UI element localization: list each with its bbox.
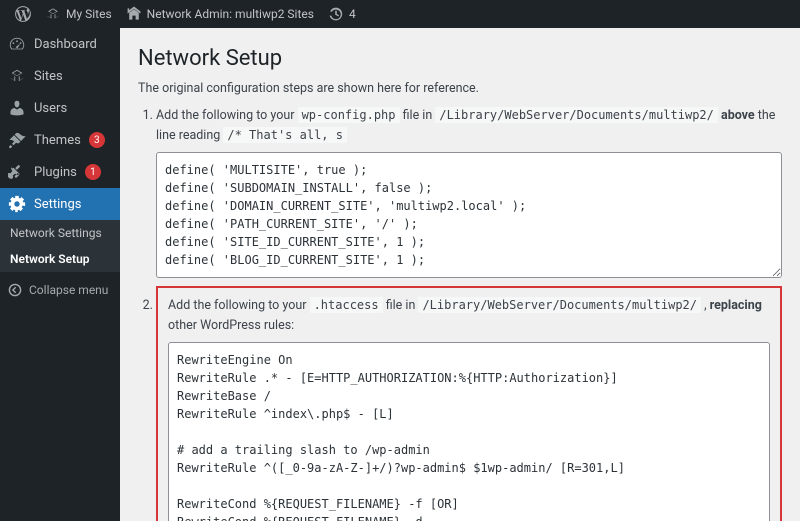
my-sites-label: My Sites: [66, 7, 112, 21]
menu-themes[interactable]: Themes 3: [0, 124, 120, 156]
themes-update-badge: 3: [89, 132, 105, 148]
menu-sites[interactable]: Sites: [0, 60, 120, 92]
step-1: Add the following to your wp-config.php …: [156, 106, 782, 278]
menu-plugins[interactable]: Plugins 1: [0, 156, 120, 188]
htaccess-file: .htaccess: [310, 297, 383, 313]
collapse-icon: [8, 283, 22, 297]
collapse-menu[interactable]: Collapse menu: [0, 276, 120, 304]
wp-config-line: /* That's all, s: [223, 127, 347, 143]
submenu-network-setup[interactable]: Network Setup: [0, 246, 120, 272]
menu-plugins-label: Plugins: [34, 165, 77, 180]
submenu-network-settings[interactable]: Network Settings: [0, 220, 120, 246]
admin-settings-icon: [8, 195, 26, 213]
wordpress-logo-icon: [15, 6, 31, 22]
admin-users-icon: [8, 99, 26, 117]
menu-dashboard-label: Dashboard: [34, 37, 97, 52]
step-2: Add the following to your .htaccess file…: [156, 286, 782, 521]
update-icon: [328, 6, 344, 22]
network-admin-label: Network Admin: multiwp2 Sites: [147, 7, 314, 21]
menu-dashboard[interactable]: Dashboard: [0, 28, 120, 60]
admin-toolbar: My Sites Network Admin: multiwp2 Sites 4: [0, 0, 800, 28]
admin-plugins-icon: [8, 163, 26, 181]
plugins-update-badge: 1: [85, 164, 101, 180]
admin-appearance-icon: [8, 131, 26, 149]
dashboard-icon: [8, 35, 26, 53]
updates-menu[interactable]: 4: [321, 0, 363, 28]
page-title: Network Setup: [138, 46, 782, 71]
admin-home-icon: [126, 6, 142, 22]
menu-themes-label: Themes: [34, 133, 81, 148]
htaccess-path: /Library/WebServer/Documents/multiwp2/: [418, 297, 701, 313]
admin-multisite-icon: [8, 67, 26, 85]
admin-multisite-icon: [45, 6, 61, 22]
wp-config-code[interactable]: [156, 152, 782, 278]
updates-count: 4: [349, 7, 356, 21]
htaccess-code[interactable]: [168, 342, 770, 521]
wp-config-path: /Library/WebServer/Documents/multiwp2/: [435, 107, 718, 123]
settings-submenu: Network Settings Network Setup: [0, 220, 120, 272]
menu-settings-label: Settings: [34, 197, 81, 212]
network-admin-crumb[interactable]: Network Admin: multiwp2 Sites: [119, 0, 321, 28]
main-content: Network Setup The original configuration…: [120, 28, 800, 521]
menu-settings[interactable]: Settings: [0, 188, 120, 220]
page-intro: The original configuration steps are sho…: [138, 81, 782, 96]
my-sites-menu[interactable]: My Sites: [38, 0, 119, 28]
menu-users-label: Users: [34, 101, 67, 116]
wp-logo-menu[interactable]: [8, 0, 38, 28]
collapse-label: Collapse menu: [29, 283, 108, 297]
menu-sites-label: Sites: [34, 69, 63, 84]
admin-menu: Dashboard Sites Users Themes 3 Plugins 1…: [0, 28, 120, 521]
setup-steps: Add the following to your wp-config.php …: [156, 106, 782, 521]
menu-users[interactable]: Users: [0, 92, 120, 124]
wp-config-file: wp-config.php: [298, 107, 400, 123]
